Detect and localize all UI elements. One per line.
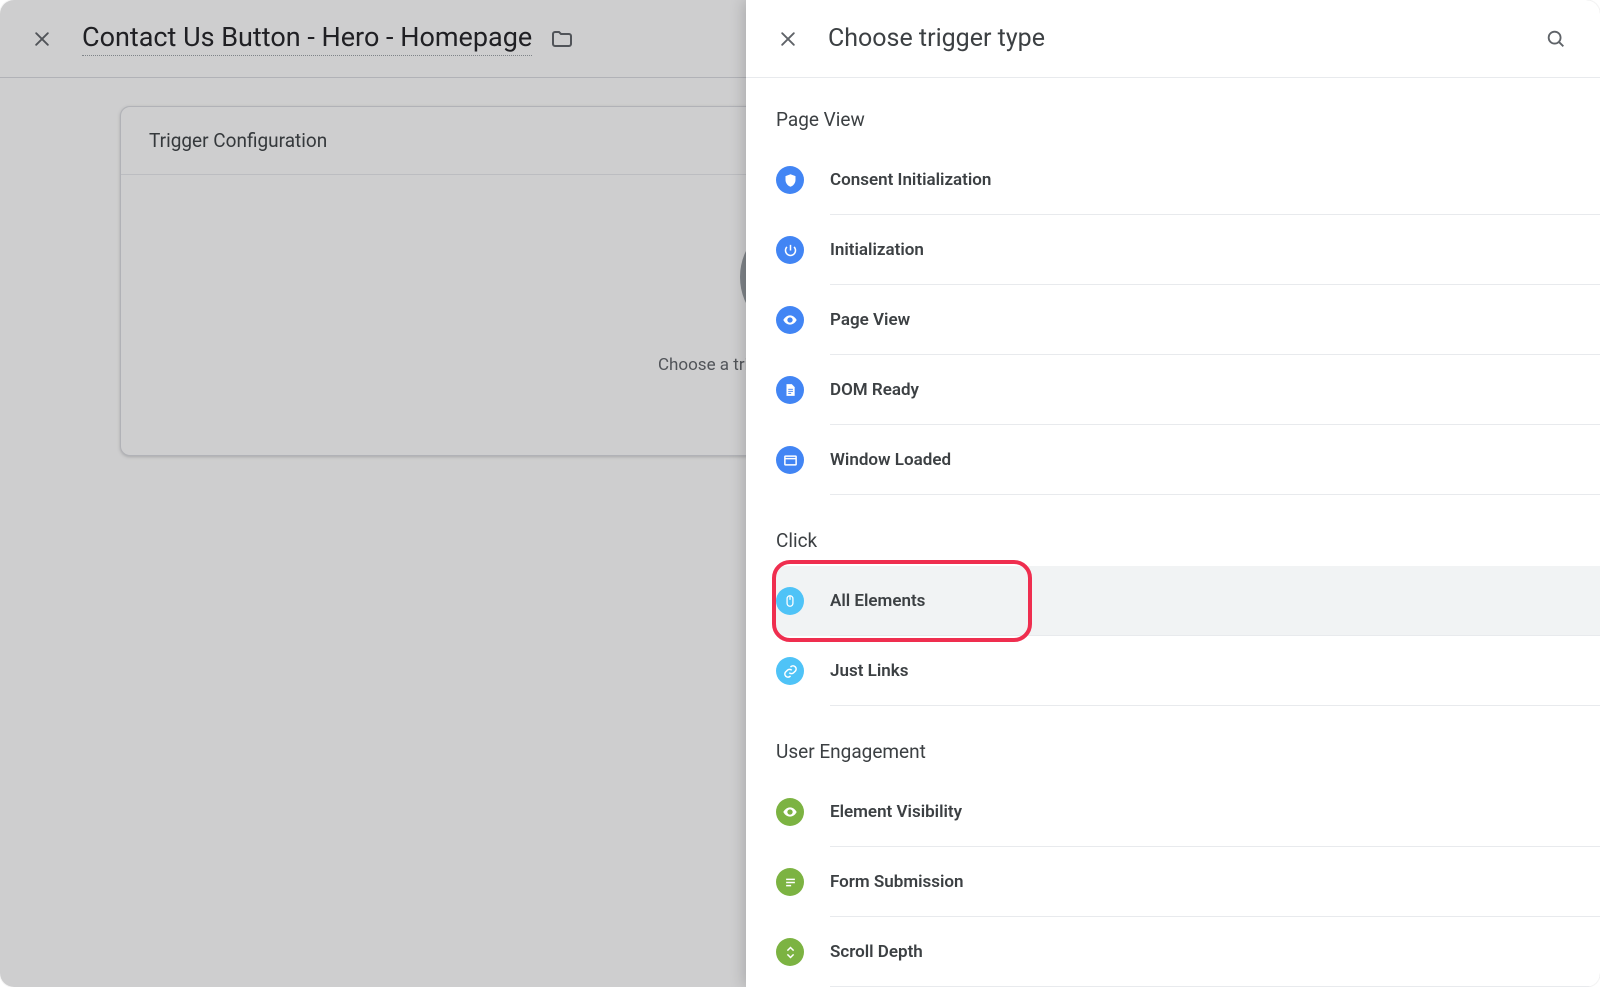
link-icon [776,657,804,685]
trigger-group-page-view: Page View Consent Initialization Initial… [746,100,1600,495]
form-icon [776,868,804,896]
group-title: Click [746,521,1600,566]
trigger-label: Consent Initialization [830,170,991,190]
window-icon [776,446,804,474]
eye-icon [776,306,804,334]
choose-trigger-type-panel: Choose trigger type Page View Consent In… [746,0,1600,987]
document-icon [776,376,804,404]
trigger-label: Page View [830,310,910,330]
mouse-icon [776,587,804,615]
trigger-label: All Elements [830,591,925,611]
close-icon[interactable] [28,25,56,53]
group-title: User Engagement [746,732,1600,777]
power-icon [776,236,804,264]
scroll-icon [776,938,804,966]
trigger-label: Window Loaded [830,450,951,470]
trigger-type-form-submission[interactable]: Form Submission [776,847,1600,917]
panel-body: Page View Consent Initialization Initial… [746,78,1600,987]
trigger-type-initialization[interactable]: Initialization [776,215,1600,285]
trigger-group-click: Click All Elements Just Links [746,521,1600,706]
panel-header: Choose trigger type [746,0,1600,78]
trigger-type-all-elements[interactable]: All Elements [776,566,1600,636]
trigger-label: Initialization [830,240,924,260]
group-title: Page View [746,100,1600,145]
trigger-label: DOM Ready [830,380,919,400]
trigger-label: Element Visibility [830,802,962,822]
trigger-type-scroll-depth[interactable]: Scroll Depth [776,917,1600,987]
trigger-type-consent-initialization[interactable]: Consent Initialization [776,145,1600,215]
eye-icon [776,798,804,826]
trigger-type-element-visibility[interactable]: Element Visibility [776,777,1600,847]
trigger-type-window-loaded[interactable]: Window Loaded [776,425,1600,495]
trigger-type-just-links[interactable]: Just Links [776,636,1600,706]
search-icon[interactable] [1542,25,1570,53]
shield-icon [776,166,804,194]
trigger-name-input[interactable]: Contact Us Button - Hero - Homepage [82,21,532,56]
trigger-type-page-view[interactable]: Page View [776,285,1600,355]
trigger-type-dom-ready[interactable]: DOM Ready [776,355,1600,425]
close-icon[interactable] [774,25,802,53]
trigger-label: Form Submission [830,872,964,892]
folder-icon[interactable] [550,27,574,51]
trigger-label: Just Links [830,661,908,681]
trigger-group-user-engagement: User Engagement Element Visibility Form … [746,732,1600,987]
panel-title: Choose trigger type [828,24,1542,53]
trigger-label: Scroll Depth [830,942,923,962]
